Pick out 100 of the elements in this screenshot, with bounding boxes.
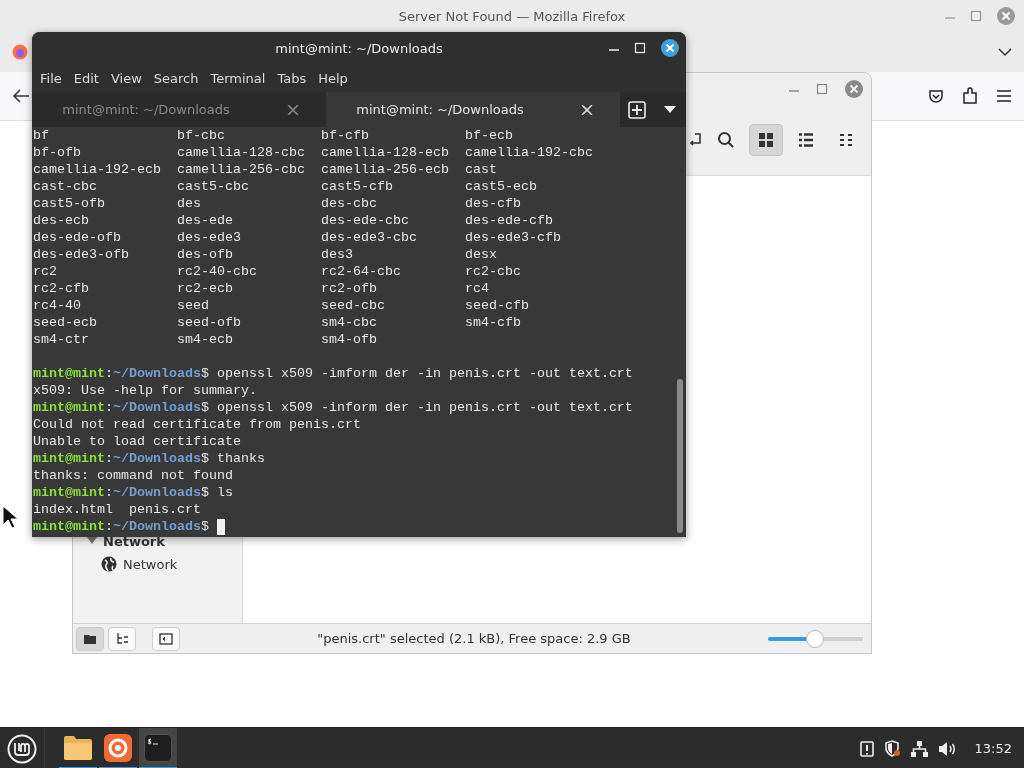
tree-icon [116,632,128,645]
search-icon [717,131,735,149]
cipher-name: des-cfb [465,195,522,212]
cipher-name: des-ede-ofb [33,229,122,246]
window-title: mint@mint: ~/Downloads [275,40,443,56]
terminal-tab[interactable]: mint@mint: ~/Downloads [326,92,620,127]
browser-logo-icon[interactable] [12,44,28,60]
cipher-name: sm4-ctr [33,331,90,348]
menu-item[interactable]: Tabs [271,70,313,86]
clock: 13:52 [974,741,1012,756]
cipher-name: rc2-40-cbc [177,263,258,280]
chevron-down-icon[interactable] [998,47,1012,57]
cipher-name: desx [465,246,498,263]
cipher-name: sm4-ofb [321,331,378,348]
menu-item[interactable]: Terminal [204,70,272,86]
status-text: "penis.crt" selected (2.1 kB), Free space: 2.9 GB [316,631,632,646]
cipher-name: camellia-256-ecb [321,161,450,178]
cipher-name: seed-ecb [33,314,98,331]
cipher-name: rc2-64-cbc [321,263,402,280]
cipher-name: des-ede3 [177,229,242,246]
cipher-name: des-ede [177,212,234,229]
menu-logo-icon[interactable] [7,733,37,764]
cipher-name: cast [465,161,498,178]
folder-icon [84,633,96,644]
close-icon[interactable] [660,38,680,58]
output-line: Could not read certificate from penis.crt [33,416,361,433]
grid-icon [758,132,774,148]
prompt-line: mint@mint:~/Downloads$ openssl x509 -imform der -in penis.crt -out text.crt [33,365,633,382]
tree-pane-button[interactable] [108,626,136,651]
pocket-icon[interactable] [928,88,944,104]
cipher-name: des3 [321,246,354,263]
prompt-line: mint@mint:~/Downloads$ ls [33,484,233,501]
output-line: Unable to load certificate [33,433,241,450]
new-tab-icon[interactable] [627,100,646,119]
cipher-name: bf-ofb [33,144,82,161]
menu-icon[interactable] [996,89,1012,103]
browser-icon [104,733,132,762]
dropdown-arrow-icon[interactable] [663,105,676,114]
clipboard-alert-icon[interactable] [859,740,874,757]
globe-icon [101,556,117,572]
volume-icon[interactable] [937,740,957,757]
cipher-name: seed [177,297,210,314]
cipher-name: des [177,195,202,212]
terminal-icon [144,733,172,762]
menu-item[interactable]: View [104,70,148,86]
cipher-name: des-ede3-cbc [321,229,418,246]
menu-item[interactable]: Help [312,70,354,86]
scrollbar[interactable] [677,379,683,533]
path-toggle-icon[interactable] [687,132,703,148]
list-icon [798,132,814,148]
cipher-name: bf [33,127,50,144]
network-icon[interactable] [910,740,928,757]
view-button[interactable] [749,124,783,156]
cipher-name: des-cbc [321,195,378,212]
cipher-name: des-ofb [177,246,234,263]
cipher-name: camellia-192-ecb [33,161,162,178]
puzzle-icon[interactable] [962,87,978,105]
cipher-name: des-ede-cfb [465,212,554,229]
cipher-name: cast5-cbc [177,178,250,195]
cipher-name: des-ede3-cfb [465,229,562,246]
cipher-name: des-ecb [33,212,90,229]
cipher-name: sm4-cfb [465,314,522,331]
prompt-line: mint@mint:~/Downloads$ [33,518,210,535]
sidebar-toggle-icon [159,632,173,645]
cipher-name: camellia-128-cbc [177,144,306,161]
compact-list-icon [839,133,853,147]
cipher-name: camellia-128-ecb [321,144,450,161]
cipher-name: camellia-192-cbc [465,144,594,161]
sidebar-item[interactable]: Network [73,551,242,577]
cipher-name: rc2-ofb [321,280,378,297]
output-line: thanks: command not found [33,467,233,484]
cipher-name: bf-cbc [177,127,226,144]
cipher-name: des-ede-cbc [321,212,410,229]
cipher-name: sm4-cbc [321,314,378,331]
cipher-name: cast5-ofb [33,195,106,212]
back-arrow-icon[interactable] [12,88,30,104]
output-line: x509: Use -help for summary. [33,382,257,399]
cipher-name: rc2-cbc [465,263,522,280]
menu-item[interactable]: File [34,70,68,86]
cipher-name: seed-cbc [321,297,386,314]
cipher-name: cast5-cfb [321,178,394,195]
cipher-name: seed-cfb [465,297,530,314]
cipher-name: sm4-ecb [177,331,234,348]
menu-item[interactable]: Edit [67,70,105,86]
cipher-name: cast5-ecb [465,178,538,195]
output-line: index.html penis.crt [33,501,201,518]
cipher-name: camellia-256-cbc [177,161,306,178]
shield-icon[interactable] [883,740,901,757]
menu-item[interactable]: Search [147,70,205,86]
cipher-name: rc2-ecb [177,280,234,297]
cipher-name: bf-cfb [321,127,370,144]
cipher-name: cast-cbc [33,178,98,195]
split-pane-button[interactable] [152,626,180,651]
taskbar-app-button[interactable] [139,728,177,768]
cipher-name: rc2-cfb [33,280,90,297]
cipher-name: bf-ecb [465,127,514,144]
places-pane-button[interactable] [76,626,104,651]
cipher-name: seed-ofb [177,314,242,331]
cipher-name: rc2 [33,263,58,280]
cipher-name: rc4-40 [33,297,82,314]
